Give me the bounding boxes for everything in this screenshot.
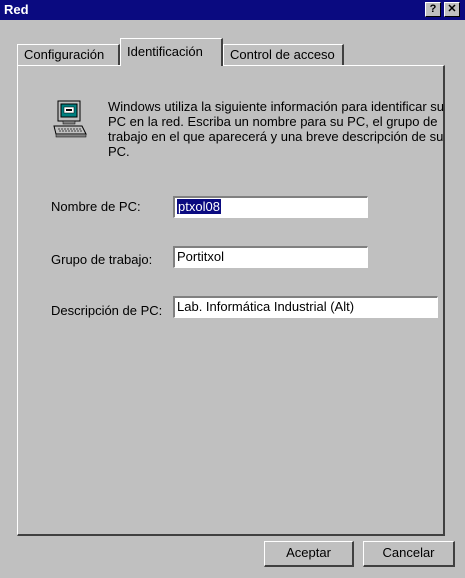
workgroup-input[interactable]: Portitxol: [173, 246, 368, 268]
computer-icon: [52, 100, 88, 142]
description-input[interactable]: Lab. Informática Industrial (Alt): [173, 296, 438, 318]
identification-description: Windows utiliza la siguiente información…: [108, 99, 444, 159]
computer-name-input[interactable]: ptxol08: [173, 196, 368, 218]
close-button[interactable]: ✕: [444, 2, 460, 17]
workgroup-label: Grupo de trabajo:: [51, 252, 153, 267]
window-title: Red: [4, 2, 29, 17]
computer-name-label: Nombre de PC:: [51, 199, 141, 214]
help-button[interactable]: ?: [425, 2, 441, 17]
network-dialog: Red ? ✕ Configuración Identificación Con…: [0, 0, 465, 578]
cancel-button[interactable]: Cancelar: [363, 541, 455, 567]
tab-control-de-acceso[interactable]: Control de acceso: [223, 44, 344, 65]
description-label: Descripción de PC:: [51, 303, 163, 318]
computer-name-value: ptxol08: [177, 199, 221, 214]
ok-button[interactable]: Aceptar: [264, 541, 354, 567]
tab-identificacion[interactable]: Identificación: [120, 38, 223, 66]
title-bar[interactable]: Red ? ✕: [0, 0, 465, 20]
tab-configuracion[interactable]: Configuración: [17, 44, 120, 65]
